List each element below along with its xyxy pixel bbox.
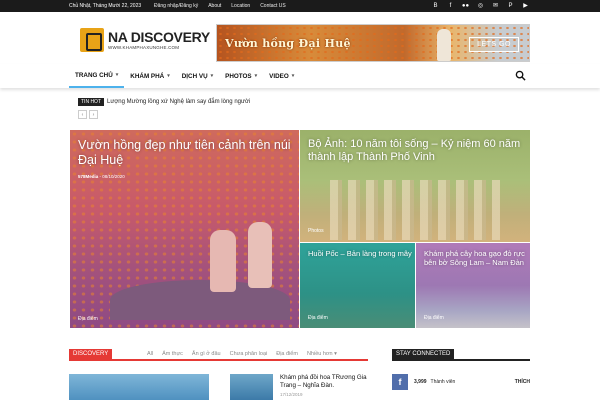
top-bar: Chủ Nhật, Tháng Mười 22, 2023 Đăng nhập/… <box>0 0 600 12</box>
filter-places[interactable]: Địa điểm <box>276 351 298 357</box>
filter-more[interactable]: Nhiều hơn ▾ <box>307 351 337 357</box>
filter-where-to-eat[interactable]: Ăn gì ở đâu <box>192 351 221 357</box>
ticker-prev-icon[interactable]: ‹ <box>78 110 87 119</box>
nav-item-services[interactable]: DỊCH VỤ ▾ <box>176 64 219 88</box>
banner-text: Vườn hồng Đại Huệ <box>225 37 351 50</box>
discovery-block-header: DISCOVERY All Ẩm thực Ăn gì ở đâu Chưa p… <box>69 349 368 361</box>
lets-go-button[interactable]: LETS GO <box>469 37 519 52</box>
facebook-like-button[interactable]: THÍCH <box>515 379 530 385</box>
nav-item-label: TRANG CHỦ <box>75 71 113 79</box>
location-link[interactable]: Location <box>231 3 250 9</box>
contact-link[interactable]: Contact US <box>260 3 286 9</box>
youtube-icon[interactable]: ▶ <box>521 1 530 10</box>
featured-tile-2[interactable]: Bộ Ảnh: 10 năm tôi sống – Kỷ niệm 60 năm… <box>300 130 530 242</box>
nav-item-explore[interactable]: KHÁM PHÁ ▾ <box>124 64 175 88</box>
tile-category[interactable]: Photos <box>308 228 324 234</box>
tile-title[interactable]: Bộ Ảnh: 10 năm tôi sống – Kỷ niệm 60 năm… <box>308 138 528 164</box>
tile-meta: 578Media - 08/10/2020 <box>78 174 125 179</box>
nav-item-label: DỊCH VỤ <box>181 72 208 80</box>
nav-item-home[interactable]: TRANG CHỦ ▾ <box>69 64 125 88</box>
logo-mark-icon <box>80 28 104 52</box>
instagram-icon[interactable]: ◎ <box>476 1 485 10</box>
tile-date: 08/10/2020 <box>102 174 125 179</box>
main-nav: TRANG CHỦ ▾ KHÁM PHÁ ▾ DỊCH VỤ ▾ PHOTOS ▾ VI… <box>0 64 600 88</box>
post-date: 17/12/2019 <box>280 392 303 397</box>
tile-author: 578Media <box>78 174 99 179</box>
nav-item-label: KHÁM PHÁ <box>130 72 165 80</box>
search-icon[interactable] <box>515 70 526 81</box>
facebook-label: Thành viên <box>430 379 456 385</box>
filter-all[interactable]: All <box>147 351 153 357</box>
email-icon[interactable]: ✉ <box>491 1 500 10</box>
filter-more-label: Nhiều hơn <box>306 351 333 357</box>
nav-item-video[interactable]: VIDEO ▾ <box>263 64 300 88</box>
top-menu: Đăng nhập/Đăng ký About Location Contact… <box>154 3 286 9</box>
featured-tile-1[interactable]: Vườn hồng đẹp như tiên cảnh trên núi Đại… <box>70 130 299 328</box>
chevron-down-icon: ▾ <box>291 73 295 79</box>
chevron-down-icon: ▾ <box>254 73 258 79</box>
site-header: NA DISCOVERY WWW.KHAMPHAXUNGHE.COM Vườn … <box>0 12 600 64</box>
discovery-filters: All Ẩm thực Ăn gì ở đâu Chưa phân loại Đ… <box>147 351 337 357</box>
filter-food[interactable]: Ẩm thực <box>162 351 183 357</box>
chevron-down-icon: ▾ <box>167 73 170 79</box>
featured-tile-4[interactable]: Khám phá cây hoa gạo đỏ rực bên bờ Sông … <box>416 243 530 328</box>
tile-category[interactable]: Địa điểm <box>424 315 444 321</box>
post-thumbnail[interactable] <box>69 374 209 400</box>
stay-connected-header: STAY CONNECTED <box>392 349 530 361</box>
banner-person-image <box>437 29 451 61</box>
tile-title[interactable]: Huồi Pốc – Bản làng trong mây <box>308 249 413 258</box>
tile-image-child <box>210 230 236 292</box>
site-logo[interactable]: NA DISCOVERY WWW.KHAMPHAXUNGHE.COM <box>80 28 210 52</box>
chevron-down-icon: ▾ <box>115 72 119 78</box>
logo-subtitle: WWW.KHAMPHAXUNGHE.COM <box>108 45 180 50</box>
post-thumbnail[interactable] <box>230 374 273 400</box>
nav-item-label: VIDEO <box>269 72 289 80</box>
chevron-down-icon: ▾ <box>210 73 214 79</box>
facebook-row: f 3,999 Thành viên THÍCH <box>392 374 530 390</box>
blogger-icon[interactable]: B <box>431 1 440 10</box>
social-icons: B f ●● ◎ ✉ P ▶ <box>431 1 530 10</box>
post-title[interactable]: Khám phá đồi hoa TRương Gia Trang – Nghĩ… <box>280 374 370 390</box>
ticker-headline[interactable]: Lượng Mường lồng xứ Nghệ làm say đắm lòn… <box>107 99 250 105</box>
tile-title[interactable]: Vườn hồng đẹp như tiên cảnh trên núi Đại… <box>78 138 298 168</box>
nav-item-photos[interactable]: PHOTOS ▾ <box>219 64 263 88</box>
logo-title: NA DISCOVERY <box>108 29 210 45</box>
tile-title[interactable]: Khám phá cây hoa gạo đỏ rực bên bờ Sông … <box>424 249 528 267</box>
nav-item-label: PHOTOS <box>225 72 252 80</box>
stay-connected-tag: STAY CONNECTED <box>392 349 455 359</box>
tile-category[interactable]: Địa điểm <box>78 316 98 322</box>
discovery-tag: DISCOVERY <box>69 349 113 359</box>
facebook-icon[interactable]: f <box>446 1 455 10</box>
ticker-next-icon[interactable]: › <box>89 110 98 119</box>
filter-uncategorized[interactable]: Chưa phân loại <box>230 351 268 357</box>
ticker-controls: ‹ › <box>78 110 98 119</box>
flickr-icon[interactable]: ●● <box>461 1 470 10</box>
ticker-label: TIN HOT <box>78 98 104 106</box>
facebook-count: 3,999 <box>414 379 427 385</box>
facebook-icon[interactable]: f <box>392 374 408 390</box>
featured-tile-3[interactable]: Huồi Pốc – Bản làng trong mây Địa điểm <box>300 243 415 328</box>
about-link[interactable]: About <box>208 3 221 9</box>
tile-category[interactable]: Địa điểm <box>308 315 328 321</box>
pinterest-icon[interactable]: P <box>506 1 515 10</box>
tile-image-child <box>248 222 272 288</box>
current-date: Chủ Nhật, Tháng Mười 22, 2023 <box>69 3 142 9</box>
ad-banner[interactable]: Vườn hồng Đại Huệ LETS GO <box>216 24 530 62</box>
news-ticker: TIN HOT Lượng Mường lồng xứ Nghệ làm say… <box>78 98 250 106</box>
login-register-link[interactable]: Đăng nhập/Đăng ký <box>154 3 198 9</box>
